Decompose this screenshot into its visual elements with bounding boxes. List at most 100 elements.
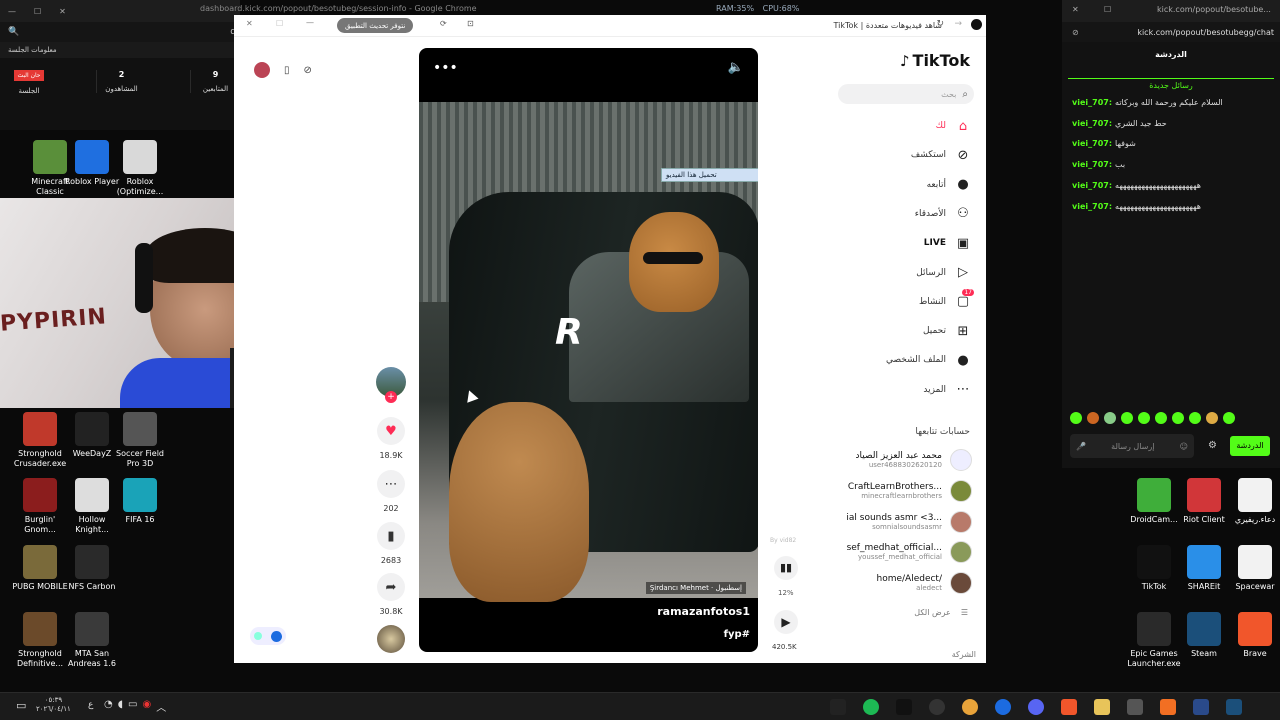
emote-icon[interactable] (1189, 412, 1201, 424)
settings-icon[interactable]: ⚙ (1208, 440, 1217, 451)
maximize-icon[interactable]: ☐ (1104, 5, 1111, 14)
desktop-shortcut[interactable]: Stronghold Crusader.exe (10, 412, 70, 469)
ccleaner-icon[interactable] (995, 699, 1011, 715)
comment-action[interactable]: ⋯ 202 (376, 470, 406, 513)
obs-studio-icon[interactable] (929, 699, 945, 715)
emote-icon[interactable] (1070, 412, 1082, 424)
desktop-shortcut[interactable]: Roblox (Optimize... (110, 140, 170, 197)
language-indicator[interactable]: ع (88, 700, 93, 710)
video-player[interactable]: ••• 🔈 R تحميل هذا الفيديو Şirdancı Mehme… (419, 48, 758, 652)
maximize-icon[interactable]: ☐ (276, 19, 283, 28)
chat-username[interactable]: viei_707: (1072, 139, 1112, 148)
desktop-shortcut[interactable]: PUBG MOBILE (10, 545, 70, 592)
bottom-left-badge[interactable] (250, 627, 286, 645)
search-box[interactable]: بحث ⌕ (838, 84, 974, 104)
desktop-shortcut[interactable]: FIFA 16 (110, 478, 170, 525)
creator-avatar-action[interactable]: + (376, 367, 406, 403)
minimize-icon[interactable]: — (306, 18, 314, 27)
emote-icon[interactable] (1155, 412, 1167, 424)
desktop-shortcut[interactable]: Stronghold Definitive... (10, 612, 70, 669)
desktop-shortcut[interactable]: Burglin' Gnom... (10, 478, 70, 535)
user-avatar[interactable] (254, 62, 270, 78)
emote-icon[interactable] (1223, 412, 1235, 424)
chat-username[interactable]: viei_707: (1072, 119, 1112, 128)
video-hashtag[interactable]: fyp# (724, 629, 750, 640)
heart-icon[interactable]: ♥ (377, 417, 405, 445)
sidebar-item[interactable]: أتابعه ● (927, 176, 972, 194)
bookmark-icon[interactable]: ▮ (377, 522, 405, 550)
explorer-icon[interactable] (1094, 699, 1110, 715)
reload-icon[interactable]: ↻ (936, 19, 944, 29)
sidebar-item[interactable]: الرسائل ▷ (916, 264, 972, 282)
chrome-icon[interactable] (962, 699, 978, 715)
close-icon[interactable]: ✕ (59, 7, 66, 16)
chevron-up-icon[interactable]: ︿ (156, 699, 166, 714)
extension-icon[interactable]: ⟳ (440, 19, 447, 28)
spotify-icon[interactable] (863, 699, 879, 715)
sidebar-item[interactable]: الأصدقاء ⚇ (915, 205, 972, 223)
chat-send-button[interactable]: الدردشة (1230, 436, 1270, 456)
close-icon[interactable]: ✕ (246, 19, 253, 28)
desktop-shortcut[interactable]: Brave (1225, 612, 1280, 659)
sidebar-item[interactable]: LIVE ▣ (924, 234, 972, 252)
emote-icon[interactable] (1087, 412, 1099, 424)
volume-icon[interactable]: ◖ (118, 699, 123, 714)
emote-icon[interactable] (1104, 412, 1116, 424)
close-icon[interactable]: ✕ (1072, 5, 1079, 14)
following-account[interactable]: home/Aledect/aledect (876, 572, 972, 595)
following-account[interactable]: CraftLearnBrothers... minecraftlearnbroth… (848, 479, 972, 502)
chat-input[interactable]: 🎤 إرسال رسالة ☺ (1070, 434, 1194, 458)
emote-icon[interactable] (1172, 412, 1184, 424)
music-disc-icon[interactable] (377, 625, 405, 653)
sidebar-item[interactable]: النشاط ▢ 17 (919, 288, 974, 311)
sidebar-item[interactable]: الملف الشخصي ● (886, 351, 972, 369)
steam-icon[interactable] (1226, 699, 1242, 715)
tiktok-logo[interactable]: ♪ TikTok (900, 51, 970, 70)
app-tray-icon[interactable]: ◉ (142, 699, 151, 714)
chat-username[interactable]: viei_707: (1072, 202, 1112, 211)
obs-icon[interactable] (830, 699, 846, 715)
more-options-icon[interactable]: ••• (433, 60, 458, 76)
compass-small-icon[interactable]: ⊘ (304, 65, 312, 76)
desktop-shortcut[interactable]: MTA San Andreas 1.6 (62, 612, 122, 669)
following-account[interactable]: محمد عبد العزيز الصياد user4688302620120 (856, 449, 972, 471)
soundcloud-icon[interactable] (1160, 699, 1176, 715)
address-bar[interactable]: 🔍 d (0, 22, 240, 42)
battery-icon[interactable]: ▭ (128, 699, 137, 714)
stats-icon[interactable]: ▮▮ (774, 556, 798, 580)
sidebar-item[interactable]: لك ⌂ (936, 117, 972, 135)
chat-username[interactable]: viei_707: (1072, 160, 1112, 169)
app-icon[interactable] (1127, 699, 1143, 715)
update-available-pill[interactable]: نتوفر تحديث التطبيق (337, 18, 414, 33)
forward-icon[interactable]: → (954, 19, 962, 29)
desktop-shortcut[interactable]: NFS Carbon (62, 545, 122, 592)
emote-icon[interactable] (1138, 412, 1150, 424)
company-link[interactable]: الشركة (952, 650, 976, 659)
sidebar-item[interactable]: استكشف ⊘ (911, 146, 972, 164)
download-video-overlay[interactable]: تحميل هذا الفيديو (661, 168, 758, 182)
chat-username[interactable]: viei_707: (1072, 181, 1112, 190)
mic-icon[interactable]: 🎤 (1076, 442, 1086, 451)
like-action[interactable]: ♥ 18.9K (376, 417, 406, 460)
discord-icon[interactable] (1028, 699, 1044, 715)
chat-address-bar[interactable]: ⊘ kick.com/popout/besotubegg/chat (1062, 22, 1280, 42)
sidebar-item[interactable]: المزيد ⋯ (923, 381, 972, 399)
following-account[interactable]: sef_medhat_official... youssef_medhat_off… (847, 541, 972, 564)
video-author[interactable]: ramazanfotos1 (657, 605, 750, 618)
notification-icon[interactable]: ▭ (16, 699, 26, 712)
wifi-icon[interactable]: ◔ (104, 699, 113, 714)
tiktok-icon[interactable] (896, 699, 912, 715)
save-action[interactable]: ▮ 2683 (376, 522, 406, 565)
emote-icon[interactable] (1206, 412, 1218, 424)
desktop-shortcut[interactable]: Soccer Field Pro 3D (110, 412, 170, 469)
share-action[interactable]: ➦ 30.8K (376, 573, 406, 616)
maximize-icon[interactable]: ☐ (34, 7, 41, 16)
chat-username[interactable]: viei_707: (1072, 98, 1112, 107)
follow-plus-icon[interactable]: + (385, 391, 397, 403)
sidebar-item[interactable]: تحميل ⊞ (923, 322, 972, 340)
share-icon[interactable]: ➦ (377, 573, 405, 601)
taskbar-clock[interactable]: ٠٥:٣٩ ٢٠٢٦/٠٤/١١ (36, 696, 71, 714)
play-button[interactable]: ▶ (774, 610, 798, 634)
desktop-shortcut[interactable]: دعاء.ريفيري (1225, 478, 1280, 525)
volume-icon[interactable]: 🔈 (728, 60, 744, 75)
